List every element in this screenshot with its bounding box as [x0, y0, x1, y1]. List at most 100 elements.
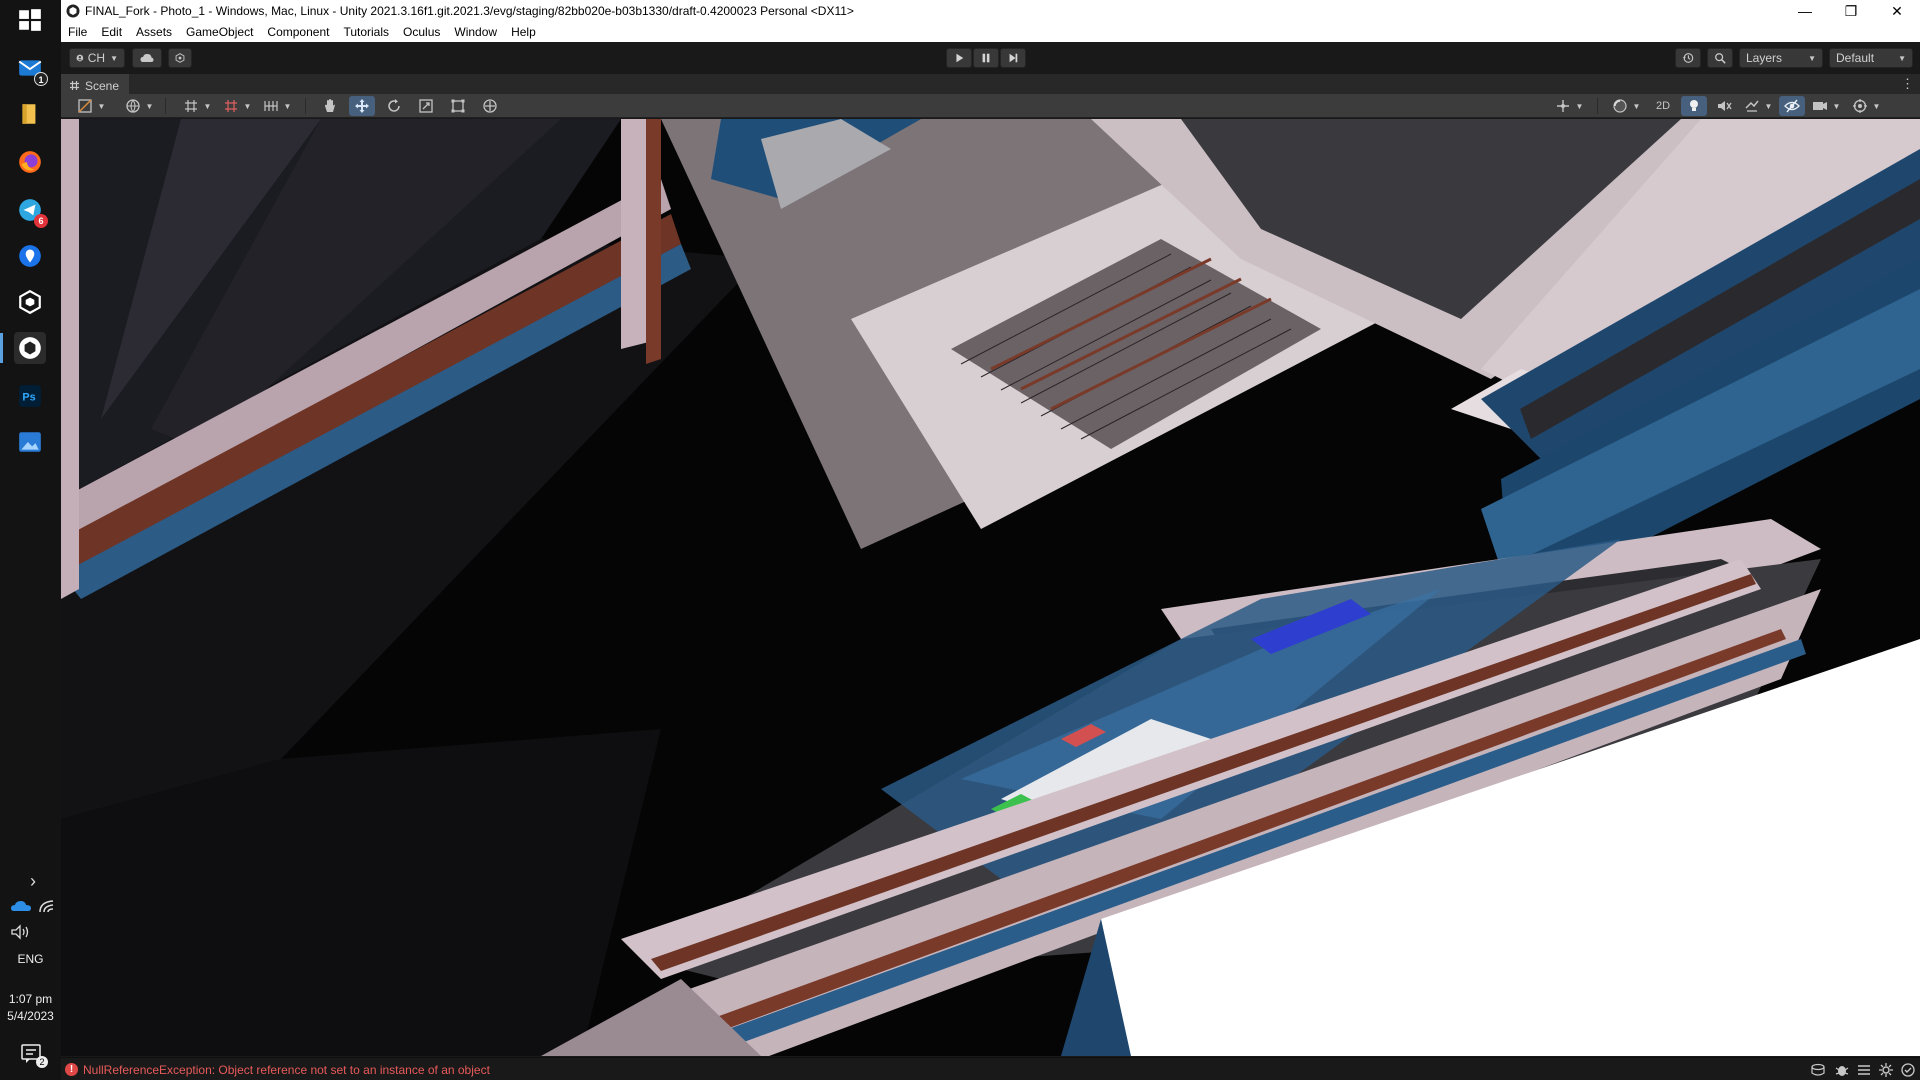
photoshop-icon[interactable]: Ps	[14, 380, 46, 412]
menu-help[interactable]: Help	[504, 22, 543, 42]
layout-dropdown[interactable]: Default ▼	[1829, 48, 1913, 68]
layers-label: Layers	[1746, 51, 1783, 65]
cache-server-icon[interactable]	[1810, 1062, 1826, 1078]
scale-tool-button[interactable]	[413, 96, 439, 116]
move-icon	[355, 99, 369, 113]
pivot-dropdown[interactable]: ▼	[1549, 96, 1589, 116]
shaded-draw-icon	[77, 99, 92, 113]
draw-mode-dropdown[interactable]: ▼	[75, 96, 107, 116]
account-dropdown[interactable]: CH ▼	[69, 48, 125, 68]
unity-editor-window: FINAL_Fork - Photo_1 - Windows, Mac, Lin…	[61, 0, 1920, 1080]
menu-bar: File Edit Assets GameObject Component Tu…	[61, 22, 1920, 42]
unity-editor-icon[interactable]	[14, 332, 46, 364]
clock-date[interactable]: 5/4/2023	[0, 1009, 61, 1023]
effects-dropdown[interactable]: ▼	[1741, 96, 1775, 116]
mail-icon[interactable]: 1	[14, 52, 48, 86]
grid-snap-icon	[184, 100, 197, 112]
telegram-icon[interactable]: 6	[14, 194, 48, 228]
main-toolbar: CH ▼ Layers ▼ Default ▼	[61, 42, 1920, 74]
menu-tutorials[interactable]: Tutorials	[336, 22, 396, 42]
photos-icon[interactable]	[14, 426, 46, 458]
minimize-button[interactable]: —	[1782, 0, 1828, 22]
search-icon	[1715, 53, 1726, 64]
windows-taskbar: 1 6 Ps › ENG 1:07 pm 5/4/2023 2	[0, 0, 61, 1080]
tray-overflow-icon[interactable]: ›	[22, 871, 44, 892]
maximize-button[interactable]: ❐	[1828, 0, 1874, 22]
pause-icon	[982, 53, 990, 63]
global-toggle-dropdown[interactable]: ▼	[123, 96, 155, 116]
scene-render	[61, 119, 1920, 1056]
grid-visibility-dropdown[interactable]: ▼	[221, 96, 253, 116]
lighting-toggle-button[interactable]	[1681, 96, 1707, 116]
pause-button[interactable]	[973, 48, 999, 68]
play-button[interactable]	[946, 48, 972, 68]
step-button[interactable]	[1000, 48, 1026, 68]
gizmos-icon	[1852, 99, 1867, 113]
console-error-message[interactable]: NullReferenceException: Object reference…	[83, 1063, 490, 1077]
volume-icon[interactable]	[10, 924, 32, 940]
search-button[interactable]	[1707, 48, 1733, 68]
collab-button[interactable]	[168, 48, 192, 68]
undo-history-button[interactable]	[1675, 48, 1701, 68]
shading-mode-dropdown[interactable]: ▼	[1609, 96, 1643, 116]
menu-oculus[interactable]: Oculus	[396, 22, 447, 42]
scene-tab-bar: Scene ⋮	[61, 74, 1920, 94]
account-icon	[76, 54, 84, 62]
maps-icon[interactable]	[14, 240, 46, 272]
gizmos-dropdown[interactable]: ▼	[1849, 96, 1883, 116]
cloud-button[interactable]	[132, 48, 162, 68]
windows-start-icon[interactable]	[14, 4, 46, 36]
history-icon	[1682, 53, 1694, 63]
menu-gameobject[interactable]: GameObject	[179, 22, 260, 42]
file-explorer-icon[interactable]	[14, 98, 46, 130]
clock-time[interactable]: 1:07 pm	[0, 992, 61, 1006]
tab-scene[interactable]: Scene	[61, 74, 130, 94]
onedrive-icon[interactable]	[10, 898, 32, 914]
transform-tool-button[interactable]	[477, 96, 503, 116]
scene-viewport[interactable]	[61, 119, 1920, 1056]
globe-icon	[125, 99, 140, 113]
status-bar[interactable]: ! NullReferenceException: Object referen…	[61, 1057, 1920, 1080]
network-icon[interactable]	[36, 898, 58, 914]
chevron-down-icon: ▼	[110, 53, 118, 63]
telegram-badge: 6	[34, 214, 48, 228]
audio-toggle-button[interactable]	[1711, 96, 1737, 116]
transform-icon	[483, 99, 497, 113]
increment-snap-dropdown[interactable]: ▼	[261, 96, 293, 116]
collab-icon	[175, 53, 185, 63]
title-bar[interactable]: FINAL_Fork - Photo_1 - Windows, Mac, Lin…	[61, 0, 1920, 22]
settings-icon[interactable]	[1878, 1062, 1894, 1078]
menu-assets[interactable]: Assets	[129, 22, 179, 42]
rotate-tool-button[interactable]	[381, 96, 407, 116]
kebab-menu-icon[interactable]: ⋮	[1901, 76, 1914, 92]
menu-edit[interactable]: Edit	[94, 22, 129, 42]
hand-tool-button[interactable]	[317, 96, 343, 116]
sphere-shading-icon	[1612, 99, 1627, 113]
pivot-icon	[1556, 100, 1569, 112]
notification-center-icon[interactable]: 2	[20, 1043, 48, 1068]
menu-file[interactable]: File	[61, 22, 94, 42]
toggle-2d-button[interactable]: 2D	[1649, 96, 1677, 116]
notification-count: 2	[36, 1056, 48, 1068]
move-tool-button[interactable]	[349, 96, 375, 116]
scene-visibility-button[interactable]	[1779, 96, 1805, 116]
layers-dropdown[interactable]: Layers ▼	[1739, 48, 1823, 68]
firefox-icon[interactable]	[14, 146, 46, 178]
error-icon: !	[65, 1063, 78, 1076]
close-button[interactable]: ✕	[1874, 0, 1920, 22]
debug-icon[interactable]	[1834, 1062, 1850, 1078]
play-icon	[956, 53, 964, 63]
grid-snap-dropdown[interactable]: ▼	[181, 96, 213, 116]
rect-tool-button[interactable]	[445, 96, 471, 116]
effects-icon	[1745, 100, 1759, 112]
progress-icon[interactable]	[1856, 1062, 1872, 1078]
eye-hidden-icon	[1784, 99, 1800, 113]
camera-settings-dropdown[interactable]: ▼	[1809, 96, 1843, 116]
menu-window[interactable]: Window	[447, 22, 504, 42]
menu-component[interactable]: Component	[260, 22, 336, 42]
check-circle-icon[interactable]	[1900, 1062, 1916, 1078]
unity-hub-icon[interactable]	[14, 286, 46, 318]
language-indicator[interactable]: ENG	[0, 952, 61, 966]
window-title: FINAL_Fork - Photo_1 - Windows, Mac, Lin…	[85, 4, 854, 18]
lightbulb-icon	[1690, 100, 1698, 111]
